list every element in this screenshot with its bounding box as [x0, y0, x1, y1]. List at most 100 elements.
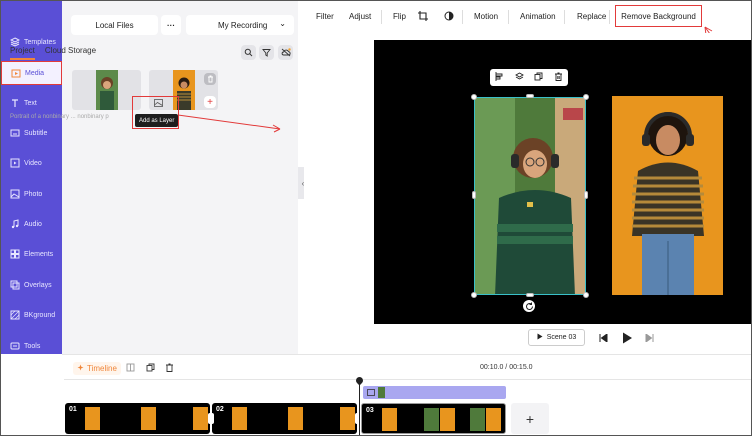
sidebar-item-media[interactable]: Media — [1, 61, 62, 85]
adjust-button[interactable]: Adjust — [349, 12, 371, 21]
toolbar-divider — [508, 10, 509, 24]
resize-handle-right[interactable] — [584, 191, 588, 199]
resize-handle-bottom-left[interactable] — [471, 292, 477, 298]
transition-handle[interactable] — [355, 413, 361, 424]
crop-icon[interactable] — [418, 11, 428, 23]
my-recording-label: My Recording — [218, 20, 268, 30]
background-photo[interactable] — [612, 96, 723, 295]
replace-button[interactable]: Replace — [577, 12, 606, 21]
clip-frame — [193, 407, 208, 430]
sidebar-item-text[interactable]: Text — [1, 91, 62, 115]
resize-handle-top[interactable] — [526, 94, 534, 98]
clip-frame — [424, 408, 439, 431]
clip-frame — [85, 407, 100, 430]
sidebar-item-label: BKground — [24, 311, 56, 319]
align-icon[interactable] — [495, 72, 504, 83]
media-caption: Portrait of a nonbinary ... nonbinary p — [10, 114, 109, 120]
local-files-button[interactable]: Local Files — [71, 15, 158, 35]
clip-frame — [486, 408, 501, 431]
sidebar-item-tools[interactable]: Tools — [1, 334, 62, 358]
playhead[interactable] — [359, 378, 360, 435]
subtitle-icon — [9, 128, 20, 139]
delete-clip-icon[interactable] — [165, 363, 174, 374]
add-as-layer-tooltip: Add as Layer — [135, 114, 179, 127]
skip-back-icon[interactable] — [599, 333, 608, 344]
media-thumbnail[interactable] — [72, 70, 141, 110]
layer-float-toolbar — [490, 69, 568, 86]
resize-handle-bottom[interactable] — [526, 293, 534, 297]
sidebar-item-video[interactable]: Video — [1, 151, 62, 175]
sidebar-item-elements[interactable]: Elements — [1, 242, 62, 266]
app-window: Templates Media Text Subtitle Video Phot… — [0, 0, 752, 436]
clip-number: 02 — [216, 406, 224, 413]
sidebar-item-label: Media — [25, 69, 45, 77]
sidebar-item-overlays[interactable]: Overlays — [1, 273, 62, 297]
clip-frame — [470, 408, 485, 431]
clip-frame — [382, 408, 397, 431]
resize-handle-top-right[interactable] — [583, 94, 589, 100]
clip-frame — [440, 408, 455, 431]
motion-button[interactable]: Motion — [474, 12, 498, 21]
clip-number: 01 — [69, 406, 77, 413]
scene-clip-03[interactable]: 03 — [361, 403, 506, 434]
clip-frame — [232, 407, 247, 430]
remove-background-button[interactable]: Remove Background — [615, 5, 702, 27]
sidebar-item-audio[interactable]: Audio — [1, 212, 62, 236]
flip-button[interactable]: Flip — [393, 12, 406, 21]
toolbar-divider — [609, 10, 610, 24]
resize-handle-left[interactable] — [472, 191, 476, 199]
timeline-toggle[interactable]: Timeline — [73, 362, 121, 375]
layers-icon[interactable] — [514, 72, 524, 83]
sidebar-item-subtitle[interactable]: Subtitle — [1, 121, 62, 145]
filter-button[interactable]: Filter — [316, 12, 334, 21]
split-icon[interactable] — [126, 363, 135, 374]
toolbar-divider — [564, 10, 565, 24]
scene-selector[interactable]: Scene 03 — [528, 329, 585, 346]
sidebar-item-bkground[interactable]: BKground — [1, 303, 62, 327]
play-icon[interactable] — [622, 332, 633, 346]
sidebar-item-photo[interactable]: Photo — [1, 182, 62, 206]
clip-frame — [141, 407, 156, 430]
annotation-arrow — [177, 114, 281, 133]
overlays-icon — [9, 280, 20, 291]
duplicate-icon[interactable] — [534, 72, 543, 83]
add-to-track-button[interactable]: + — [204, 96, 216, 108]
delete-icon[interactable] — [204, 73, 216, 85]
add-scene-button[interactable]: + — [511, 403, 549, 434]
scene-clip-01[interactable]: 01 — [65, 403, 210, 434]
layer-track-clip[interactable] — [363, 386, 506, 399]
filter-icon[interactable] — [259, 45, 274, 60]
cloud-off-icon[interactable] — [278, 45, 293, 60]
selected-layer-photo[interactable] — [474, 97, 586, 295]
clip-frame — [340, 407, 355, 430]
opacity-icon[interactable] — [444, 11, 454, 23]
scene-clip-02[interactable]: 02 — [212, 403, 357, 434]
sidebar-item-label: Audio — [24, 220, 42, 228]
text-icon — [9, 98, 20, 109]
my-recording-dropdown[interactable]: My Recording ⌄ — [186, 15, 294, 35]
sidebar-item-label: Overlays — [24, 281, 52, 289]
tools-icon — [9, 341, 20, 352]
copy-icon[interactable] — [146, 363, 155, 374]
tab-cloud-storage[interactable]: Cloud Storage — [45, 46, 96, 60]
background-icon — [9, 310, 20, 321]
trash-icon[interactable] — [554, 72, 563, 83]
photo-icon — [9, 189, 20, 200]
animation-button[interactable]: Animation — [520, 12, 556, 21]
sidebar-item-label: Templates — [24, 38, 56, 46]
resize-handle-bottom-right[interactable] — [583, 292, 589, 298]
sidebar-item-label: Tools — [24, 342, 41, 350]
resize-handle-top-left[interactable] — [471, 94, 477, 100]
clip-number: 03 — [366, 407, 374, 414]
sidebar-item-label: Text — [24, 99, 37, 107]
more-options-button[interactable]: ··· — [161, 15, 181, 35]
tab-project[interactable]: Project — [10, 46, 35, 60]
search-icon[interactable] — [241, 45, 256, 60]
sidebar-item-label: Elements — [24, 250, 54, 258]
media-tabs: Project Cloud Storage — [10, 46, 96, 60]
play-small-icon — [537, 333, 543, 342]
transition-handle[interactable] — [208, 413, 214, 424]
chevron-down-icon: ⌄ — [279, 19, 286, 28]
skip-forward-icon[interactable] — [645, 333, 654, 344]
rotate-icon[interactable] — [523, 300, 535, 312]
